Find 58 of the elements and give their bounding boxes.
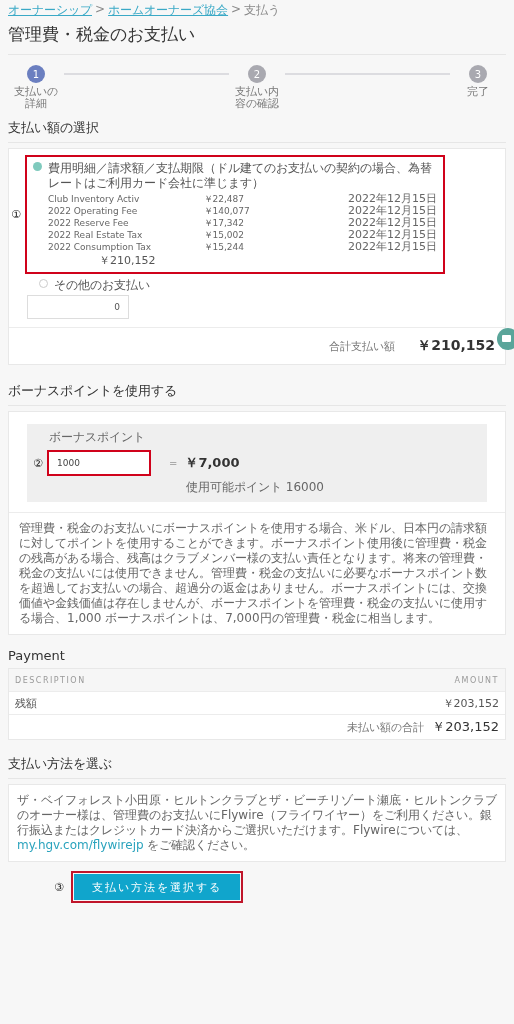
- flywire-note: ザ・ベイフォレスト小田原・ヒルトンクラブとザ・ビーチリゾート瀬底・ヒルトンクラブのオーナー様は、管理費のお支払いにFlywire（フライワイヤー）をご利用ください。銀行振込またはクレジットカード決済からご選択いただけます。Flywireについては、 my.hgv.com/flywirejp をご確認ください。: [17, 793, 497, 853]
- item-amount: ￥17,342: [203, 217, 246, 229]
- step-label: 支払いの詳細: [13, 86, 59, 110]
- column-header: DESCRIPTION: [15, 675, 86, 685]
- table-cell: ￥203,152: [442, 695, 499, 711]
- points-input-field[interactable]: 1000: [47, 450, 151, 476]
- item-description: Club Inventory Activ: [48, 193, 141, 205]
- select-payment-method-button[interactable]: 支払い方法を選択する: [74, 874, 240, 900]
- subtotal-amount: ￥210,152: [99, 253, 157, 268]
- converted-amount: ￥7,000: [185, 454, 240, 472]
- total-amount: ￥210,152: [417, 337, 495, 355]
- total-amount: ￥203,152: [432, 718, 499, 736]
- breadcrumb-link[interactable]: オーナーシップ: [8, 2, 92, 19]
- table-cell: 残額: [15, 695, 37, 711]
- section-heading: Payment: [8, 647, 66, 665]
- page-title: 管理費・税金のお支払い: [8, 23, 506, 55]
- equals-sign: =: [169, 457, 178, 469]
- item-description: 2022 Reserve Fee: [48, 217, 130, 229]
- option-label: 費用明細／請求額／支払期限（ドル建てのお支払いの契約の場合、為替レートはご利用カード会社に準じます）: [48, 161, 433, 191]
- section-heading: 支払い方法を選ぶ: [8, 750, 506, 779]
- item-due-date: 2022年12月15日: [348, 205, 437, 217]
- item-amount: ￥15,002: [203, 229, 246, 241]
- total-label: 未払い額の合計: [347, 719, 425, 735]
- amount-input-field[interactable]: 0: [27, 295, 129, 319]
- step-circle: 1: [27, 65, 45, 83]
- annotation-number: ③: [54, 880, 65, 894]
- breadcrumb-separator: >: [231, 2, 242, 18]
- radio-button[interactable]: [33, 162, 42, 171]
- radio-button[interactable]: [39, 279, 48, 288]
- item-description: 2022 Consumption Tax: [48, 241, 153, 253]
- item-due-date: 2022年12月15日: [348, 193, 437, 205]
- option-label: その他のお支払い: [54, 278, 150, 293]
- item-amount: ￥140,077: [203, 205, 251, 217]
- item-due-date: 2022年12月15日: [348, 217, 437, 229]
- step-circle: 2: [248, 65, 266, 83]
- total-label: 合計支払い額: [329, 338, 396, 354]
- breadcrumb-link[interactable]: ホームオーナーズ協会: [108, 2, 229, 19]
- step-label: 完了: [466, 86, 490, 98]
- item-amount: ￥15,244: [203, 241, 246, 253]
- annotation-number: ①: [11, 208, 22, 221]
- available-points: 使用可能ポイント 16000: [185, 479, 325, 496]
- item-description: 2022 Real Estate Tax: [48, 229, 144, 241]
- bonus-note: 管理費・税金のお支払いにボーナスポイントを使用する場合、米ドル、日本円の請求額に対してポイントを使用することができます。ボーナスポイント使用後に管理費・税金の残高がある場合、残高はクラブメンバー様の支払い責任となります。将来の管理費・税金の支払いには使用できません。管理費・税金の支払いに必要なボーナスポイント数を超過してお支払いの場合、超過分の返金はありません。ボーナスポイントには、交換価値や金銭価値は存在しませんが、ボーナスポイントを管理費・税金の支払いに使用する場合、1,000 ボーナスポイントは、7,000円の管理費・税金に相当します。: [9, 512, 505, 634]
- section-heading: ボーナスポイントを使用する: [8, 377, 506, 406]
- breadcrumb-separator: >: [95, 2, 106, 18]
- step-circle: 3: [469, 65, 487, 83]
- breadcrumb-current: 支払う: [244, 2, 281, 19]
- item-description: 2022 Operating Fee: [48, 205, 139, 217]
- annotation-number: ②: [33, 456, 44, 470]
- item-due-date: 2022年12月15日: [348, 229, 437, 241]
- step-label: 支払い内容の確認: [234, 86, 280, 110]
- field-label: ボーナスポイント: [49, 429, 146, 446]
- chat-icon[interactable]: [497, 328, 514, 350]
- item-due-date: 2022年12月15日: [348, 241, 437, 253]
- column-header: AMOUNT: [454, 675, 499, 685]
- item-amount: ￥22,487: [203, 193, 246, 205]
- flywire-link[interactable]: my.hgv.com/flywirejp: [17, 838, 144, 852]
- section-heading: 支払い額の選択: [8, 114, 506, 143]
